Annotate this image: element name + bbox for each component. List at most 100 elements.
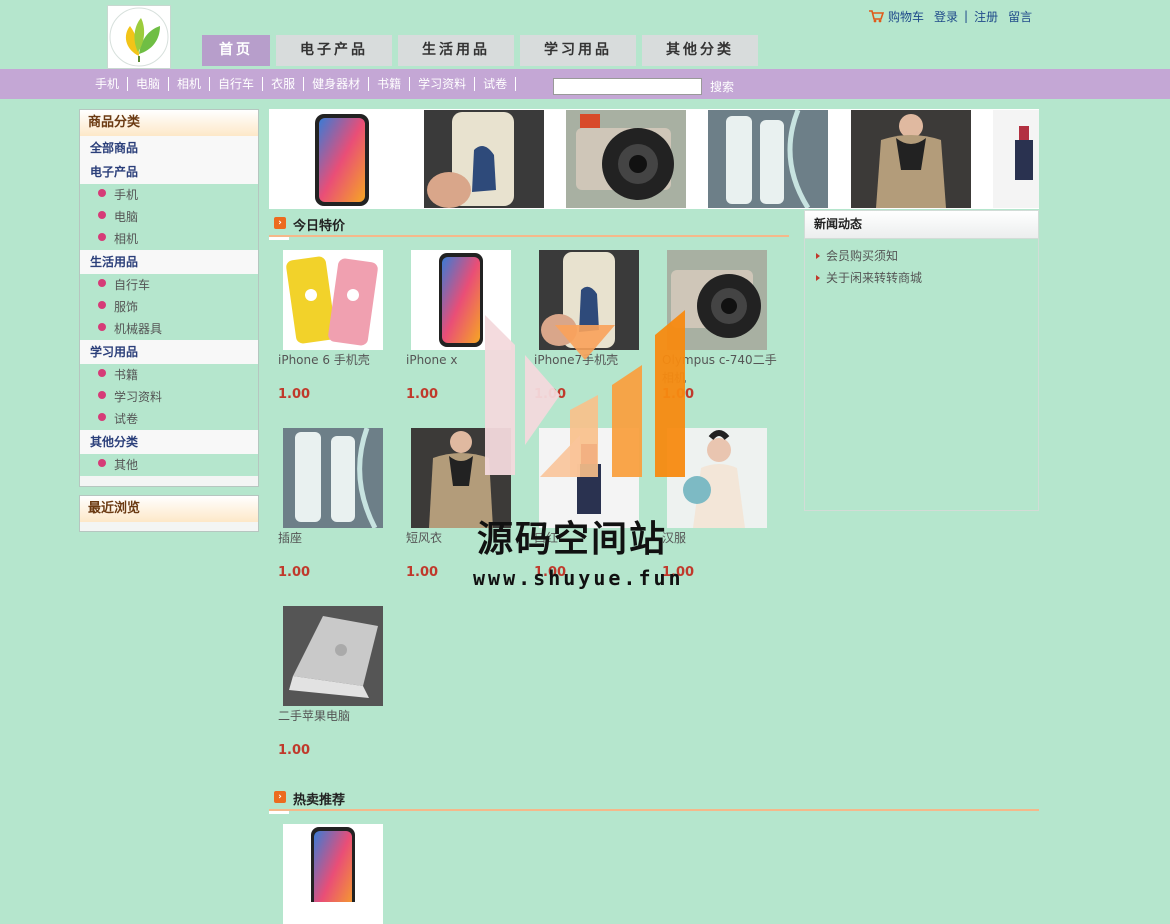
search-button[interactable]: 搜索 bbox=[710, 78, 734, 96]
carousel-image-socket[interactable] bbox=[708, 110, 828, 208]
hot-title: 热卖推荐 bbox=[293, 793, 346, 808]
category-item-books[interactable]: 书籍 bbox=[80, 364, 258, 386]
bullet-icon bbox=[98, 188, 106, 197]
subnav-phone[interactable]: 手机 bbox=[95, 77, 129, 91]
site-logo[interactable] bbox=[107, 5, 171, 69]
category-item-machinery[interactable]: 机械器具 bbox=[80, 318, 258, 340]
hot-header: › 热卖推荐 bbox=[269, 785, 1039, 814]
category-item-label: 相机 bbox=[114, 232, 139, 246]
product-name[interactable]: iPhone 6 手机壳 bbox=[278, 351, 398, 369]
category-group-other[interactable]: 其他分类 bbox=[80, 430, 258, 454]
news-item-label: 关于闲来转转商城 bbox=[826, 271, 923, 285]
carousel-image-coat[interactable] bbox=[851, 110, 971, 208]
category-all[interactable]: 全部商品 bbox=[80, 136, 258, 160]
bullet-icon bbox=[98, 300, 106, 309]
category-group-study[interactable]: 学习用品 bbox=[80, 340, 258, 364]
subnav-bicycle[interactable]: 自行车 bbox=[210, 77, 264, 91]
bullet-icon bbox=[98, 458, 106, 467]
subnav-camera[interactable]: 相机 bbox=[169, 77, 211, 91]
category-group-electronics[interactable]: 电子产品 bbox=[80, 160, 258, 184]
carousel-image-lipstick[interactable] bbox=[993, 110, 1039, 208]
product-image[interactable] bbox=[283, 250, 383, 350]
subnav-materials[interactable]: 学习资料 bbox=[410, 77, 476, 91]
main-nav: 首页 电子产品 生活用品 学习用品 其他分类 bbox=[202, 35, 764, 66]
bullet-icon bbox=[98, 390, 106, 399]
product-name[interactable]: 汉服 bbox=[662, 529, 782, 547]
specials-header: › 今日特价 bbox=[269, 211, 789, 240]
section-divider bbox=[269, 235, 789, 237]
product-name[interactable]: 插座 bbox=[278, 529, 398, 547]
sub-nav-items: 手机 电脑 相机 自行车 衣服 健身器材 书籍 学习资料 试卷 bbox=[95, 69, 517, 99]
category-item-apparel[interactable]: 服饰 bbox=[80, 296, 258, 318]
carousel-image-phone[interactable] bbox=[282, 110, 402, 208]
section-divider bbox=[269, 809, 1039, 811]
subnav-clothes[interactable]: 衣服 bbox=[263, 77, 305, 91]
category-panel: 商品分类 全部商品 电子产品 手机 电脑 相机 生活用品 自行车 服饰 机械器具… bbox=[79, 109, 259, 487]
subnav-fitness[interactable]: 健身器材 bbox=[304, 77, 370, 91]
shopping-cart-icon bbox=[869, 10, 884, 23]
category-item-phone[interactable]: 手机 bbox=[80, 184, 258, 206]
carousel-image-case[interactable] bbox=[424, 110, 544, 208]
category-item-label: 手机 bbox=[114, 188, 139, 202]
category-item-label: 其他 bbox=[114, 458, 139, 472]
tab-daily-goods[interactable]: 生活用品 bbox=[398, 35, 514, 66]
login-link[interactable]: 登录 bbox=[934, 8, 958, 25]
news-item[interactable]: 会员购买须知 bbox=[805, 245, 1038, 267]
cart-link[interactable]: 购物车 bbox=[888, 8, 924, 25]
product-price: 1.00 bbox=[278, 387, 311, 402]
bullet-icon bbox=[98, 412, 106, 421]
carousel-image-camera[interactable] bbox=[566, 110, 686, 208]
section-divider-accent bbox=[269, 237, 289, 240]
subnav-computer[interactable]: 电脑 bbox=[128, 77, 170, 91]
tab-home[interactable]: 首页 bbox=[202, 35, 270, 66]
leaf-logo-icon bbox=[109, 7, 169, 67]
news-item-label: 会员购买须知 bbox=[826, 249, 899, 263]
tab-study-goods[interactable]: 学习用品 bbox=[520, 35, 636, 66]
triangle-bullet-icon bbox=[816, 274, 820, 281]
category-item-label: 自行车 bbox=[114, 278, 151, 292]
subnav-books[interactable]: 书籍 bbox=[369, 77, 411, 91]
tab-electronics[interactable]: 电子产品 bbox=[276, 35, 392, 66]
product-image[interactable] bbox=[283, 824, 383, 924]
product-image[interactable] bbox=[283, 428, 383, 528]
category-item-camera[interactable]: 相机 bbox=[80, 228, 258, 250]
news-panel: 新闻动态 会员购买须知 关于闲来转转商城 bbox=[804, 210, 1039, 511]
link-separator: | bbox=[964, 9, 969, 23]
category-item-other[interactable]: 其他 bbox=[80, 454, 258, 476]
product-carousel[interactable] bbox=[269, 109, 1039, 209]
product-price: 1.00 bbox=[278, 565, 311, 580]
category-item-bicycle[interactable]: 自行车 bbox=[80, 274, 258, 296]
category-item-label: 试卷 bbox=[114, 412, 139, 426]
product-price: 1.00 bbox=[278, 743, 311, 758]
category-item-label: 服饰 bbox=[114, 300, 139, 314]
product-name[interactable]: 二手苹果电脑 bbox=[278, 707, 398, 725]
category-group-daily[interactable]: 生活用品 bbox=[80, 250, 258, 274]
bullet-icon bbox=[98, 368, 106, 377]
search-input[interactable] bbox=[553, 78, 702, 95]
watermark-text: 源码空间站 bbox=[477, 519, 668, 560]
recent-views-panel: 最近浏览 bbox=[79, 495, 259, 532]
message-link[interactable]: 留言 bbox=[1008, 8, 1032, 25]
category-item-label: 机械器具 bbox=[114, 322, 163, 336]
watermark-logo-icon bbox=[485, 310, 685, 477]
category-item-papers[interactable]: 试卷 bbox=[80, 408, 258, 430]
specials-title: 今日特价 bbox=[293, 219, 346, 234]
product-image[interactable] bbox=[283, 606, 383, 706]
bullet-icon bbox=[98, 322, 106, 331]
category-item-label: 电脑 bbox=[114, 210, 139, 224]
bullet-icon bbox=[98, 210, 106, 219]
recent-views-title: 最近浏览 bbox=[80, 496, 258, 522]
category-item-computer[interactable]: 电脑 bbox=[80, 206, 258, 228]
register-link[interactable]: 注册 bbox=[974, 8, 998, 25]
section-arrow-icon: › bbox=[274, 791, 286, 803]
subnav-papers[interactable]: 试卷 bbox=[475, 77, 517, 91]
bullet-icon bbox=[98, 232, 106, 241]
product-price: 1.00 bbox=[406, 387, 439, 402]
category-title: 商品分类 bbox=[80, 110, 258, 136]
top-links: 购物车 登录 | 注册 留言 bbox=[868, 6, 1032, 26]
news-title: 新闻动态 bbox=[805, 211, 1038, 239]
product-price: 1.00 bbox=[406, 565, 439, 580]
news-item[interactable]: 关于闲来转转商城 bbox=[805, 267, 1038, 289]
category-item-materials[interactable]: 学习资料 bbox=[80, 386, 258, 408]
tab-other[interactable]: 其他分类 bbox=[642, 35, 758, 66]
